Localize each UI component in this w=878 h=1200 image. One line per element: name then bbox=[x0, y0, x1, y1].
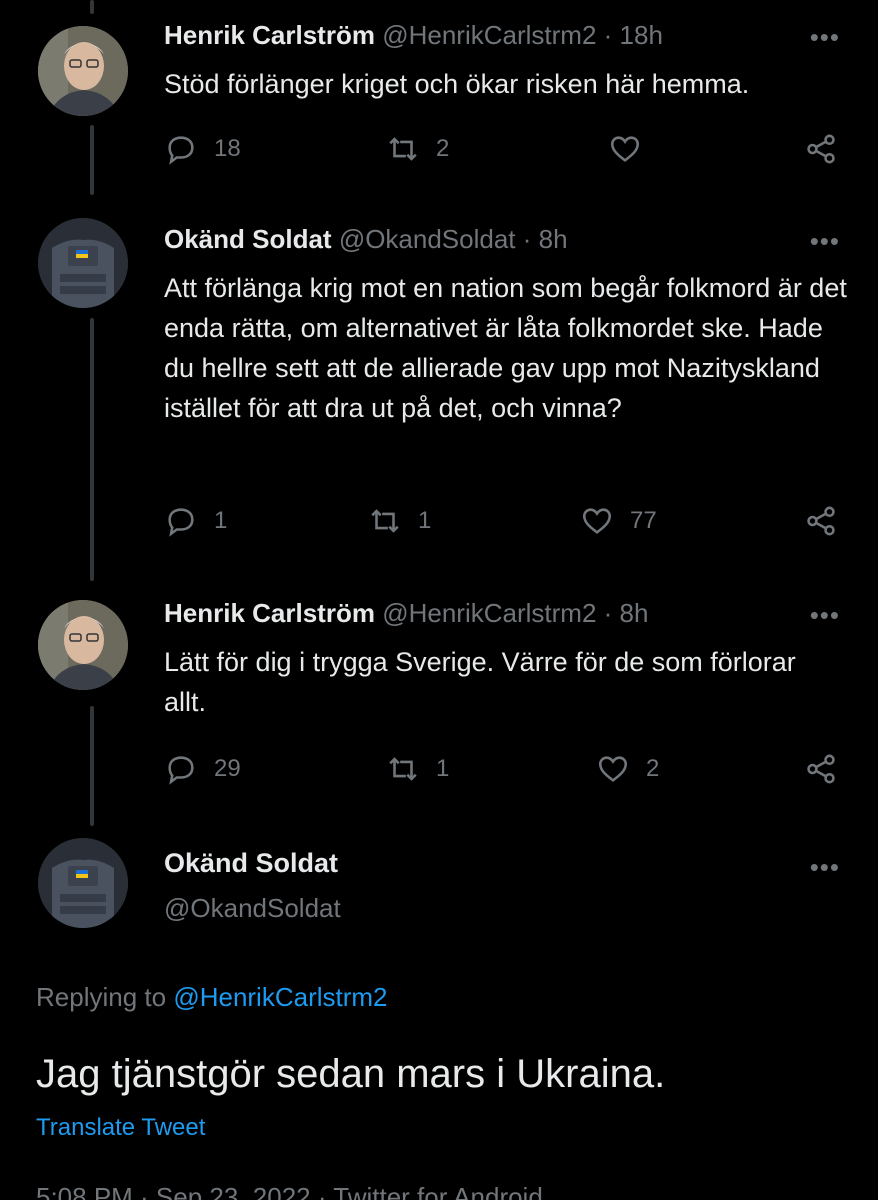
translate-tweet-link[interactable]: Translate Tweet bbox=[36, 1114, 205, 1142]
tweet-text: Stöd förlänger kriget och ökar risken hä… bbox=[164, 69, 750, 99]
tweet-header: Okänd Soldat @OkandSoldat · 8h bbox=[164, 224, 568, 255]
tweet-time[interactable]: 18h bbox=[620, 20, 663, 50]
reply-icon bbox=[168, 508, 194, 537]
tweet-header: Henrik Carlström @HenrikCarlstrm2 · 18h bbox=[164, 20, 663, 51]
retweet-count: 2 bbox=[436, 135, 450, 162]
retweet-button[interactable]: 1 bbox=[368, 504, 431, 538]
tweet-text: Lätt för dig i trygga Sverige. Värre för… bbox=[164, 647, 796, 717]
thread-line-top bbox=[90, 0, 94, 14]
tweet-header: Henrik Carlström @HenrikCarlstrm2 · 8h bbox=[164, 598, 648, 629]
separator-dot: · bbox=[603, 20, 613, 50]
replying-to: Replying to @HenrikCarlstrm2 bbox=[36, 982, 388, 1013]
tweet-actions: 1 1 77 bbox=[164, 504, 844, 544]
retweet-icon bbox=[371, 509, 399, 533]
share-icon bbox=[807, 754, 835, 784]
avatar[interactable] bbox=[38, 218, 128, 308]
thread-line-3 bbox=[90, 706, 94, 826]
retweet-button[interactable]: 2 bbox=[386, 132, 449, 166]
share-icon bbox=[807, 134, 835, 164]
tweet-actions: 29 1 2 bbox=[164, 752, 844, 792]
tweet-text: Att förlänga krig mot en nation som begå… bbox=[164, 273, 847, 423]
reply-count: 18 bbox=[214, 135, 241, 162]
reply-icon bbox=[168, 756, 194, 785]
author-handle[interactable]: @HenrikCarlstrm2 bbox=[382, 20, 596, 50]
author-handle[interactable]: @HenrikCarlstrm2 bbox=[382, 598, 596, 628]
like-button[interactable]: 77 bbox=[580, 504, 657, 538]
avatar-soldat-image bbox=[38, 838, 128, 928]
avatar[interactable] bbox=[38, 838, 128, 928]
more-icon[interactable]: ••• bbox=[810, 852, 840, 883]
thread-line-2 bbox=[90, 318, 94, 581]
share-icon bbox=[807, 506, 835, 536]
avatar-henrik-image bbox=[38, 600, 128, 690]
author-handle[interactable]: @OkandSoldat bbox=[164, 893, 341, 924]
author-name[interactable]: Henrik Carlström bbox=[164, 598, 375, 628]
tweet-time[interactable]: 8h bbox=[539, 224, 568, 254]
heart-icon bbox=[582, 508, 612, 534]
avatar-henrik-image bbox=[38, 26, 128, 116]
author-name[interactable]: Okänd Soldat bbox=[164, 848, 338, 879]
reply-button[interactable]: 18 bbox=[164, 132, 241, 166]
separator-dot: · bbox=[522, 224, 532, 254]
like-count: 77 bbox=[630, 507, 657, 534]
reply-button[interactable]: 29 bbox=[164, 752, 241, 786]
share-button[interactable] bbox=[804, 504, 838, 538]
like-button[interactable]: 2 bbox=[596, 752, 659, 786]
separator-dot: · bbox=[603, 598, 613, 628]
avatar[interactable] bbox=[38, 600, 128, 690]
share-button[interactable] bbox=[804, 752, 838, 786]
replying-prefix: Replying to bbox=[36, 982, 167, 1012]
reply-count: 1 bbox=[214, 507, 228, 534]
reply-button[interactable]: 1 bbox=[164, 504, 227, 538]
author-name[interactable]: Henrik Carlström bbox=[164, 20, 375, 50]
more-icon[interactable]: ••• bbox=[810, 22, 840, 53]
twitter-thread: Henrik Carlström @HenrikCarlstrm2 · 18h … bbox=[0, 0, 878, 1200]
thread-line-1 bbox=[90, 125, 94, 195]
heart-icon bbox=[610, 136, 640, 162]
tweet-actions: 18 2 bbox=[164, 132, 844, 172]
share-button[interactable] bbox=[804, 132, 838, 166]
retweet-count: 1 bbox=[418, 507, 432, 534]
tweet-metadata: 5:08 PM · Sep 23, 2022 · Twitter for And… bbox=[36, 1182, 543, 1200]
heart-icon bbox=[598, 756, 628, 782]
reply-count: 29 bbox=[214, 755, 241, 782]
retweet-button[interactable]: 1 bbox=[386, 752, 449, 786]
more-icon[interactable]: ••• bbox=[810, 600, 840, 631]
more-icon[interactable]: ••• bbox=[810, 226, 840, 257]
main-tweet-text: Jag tjänstgör sedan mars i Ukraina. bbox=[36, 1052, 666, 1096]
author-name[interactable]: Okänd Soldat bbox=[164, 224, 332, 254]
reply-icon bbox=[168, 136, 194, 165]
avatar-soldat-image bbox=[38, 218, 128, 308]
avatar[interactable] bbox=[38, 26, 128, 116]
replying-mention-link[interactable]: @HenrikCarlstrm2 bbox=[173, 982, 387, 1012]
tweet-time[interactable]: 8h bbox=[620, 598, 649, 628]
retweet-icon bbox=[389, 757, 417, 781]
like-count: 2 bbox=[646, 755, 660, 782]
retweet-count: 1 bbox=[436, 755, 450, 782]
retweet-icon bbox=[389, 137, 417, 161]
like-button[interactable] bbox=[608, 132, 658, 166]
author-handle[interactable]: @OkandSoldat bbox=[339, 224, 516, 254]
